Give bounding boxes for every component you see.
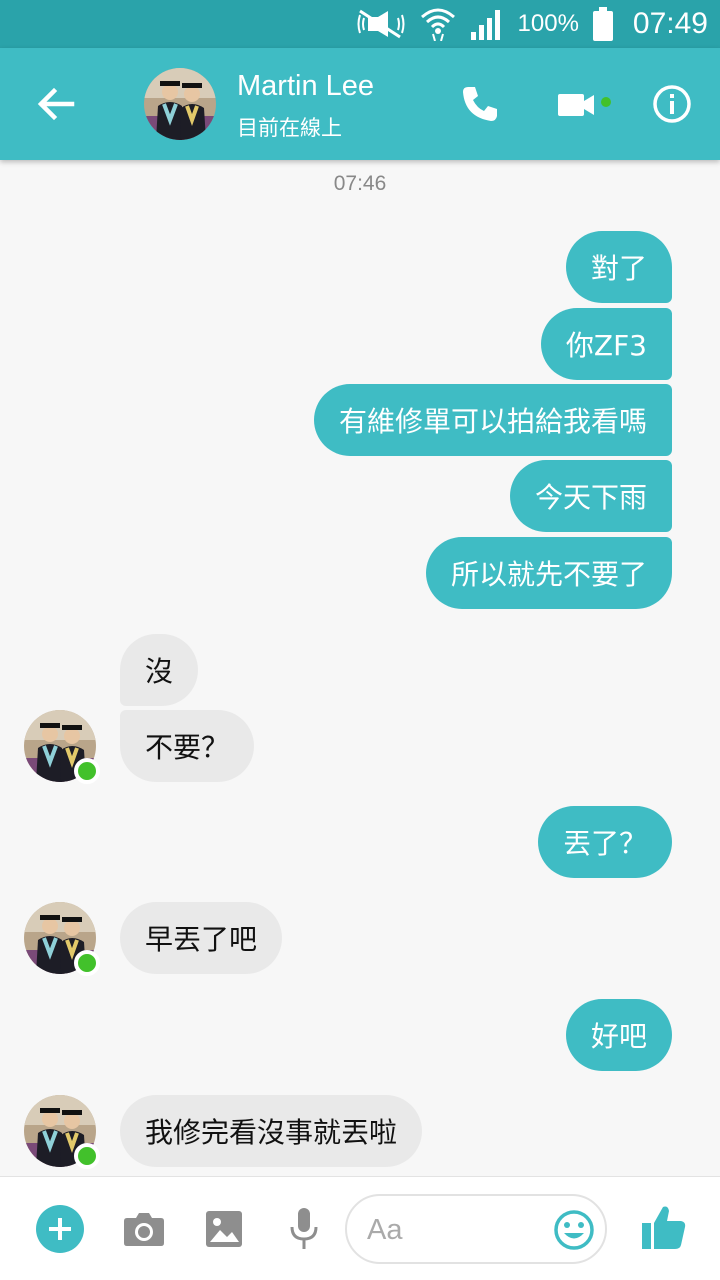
contact-avatar[interactable]	[24, 902, 100, 976]
outgoing-message[interactable]: 今天下雨	[509, 460, 672, 532]
voice-call-button[interactable]	[460, 84, 500, 124]
back-button[interactable]	[34, 82, 78, 126]
clock: 07:49	[632, 7, 708, 40]
video-camera-icon	[558, 94, 611, 116]
more-actions-button[interactable]	[36, 1205, 84, 1253]
back-arrow-icon	[37, 87, 75, 121]
gallery-button[interactable]	[200, 1205, 248, 1253]
outgoing-message[interactable]: 所以就先不要了	[425, 537, 672, 609]
contact-avatar[interactable]	[24, 710, 100, 784]
conversation-header: Martin Lee 目前在線上	[0, 48, 720, 160]
outgoing-message[interactable]: 有維修單可以拍給我看嗎	[313, 384, 672, 456]
incoming-message[interactable]: 早丟了吧	[120, 902, 283, 974]
emoji-icon	[554, 1210, 594, 1250]
online-indicator	[74, 1143, 100, 1169]
microphone-icon	[290, 1208, 318, 1249]
battery-level: 100%	[517, 10, 579, 37]
info-icon	[653, 85, 691, 123]
message-input-container	[345, 1194, 607, 1264]
outgoing-message[interactable]: 丟了？	[537, 806, 672, 878]
contact-name[interactable]: Martin Lee	[237, 70, 374, 103]
presence-status: 目前在線上	[237, 116, 342, 140]
outgoing-message[interactable]: 對了	[565, 231, 672, 303]
online-indicator	[74, 758, 100, 784]
incoming-message[interactable]: 不要？	[120, 710, 255, 782]
mute-icon	[356, 9, 406, 39]
wifi-icon	[420, 7, 456, 41]
camera-icon	[124, 1213, 164, 1246]
message-composer	[0, 1176, 720, 1280]
phone-icon	[463, 87, 497, 121]
battery-icon	[592, 7, 613, 41]
message-list[interactable]: 07:46 對了 你ZF3 有維修單可以拍給我看嗎 今天下雨 所以就先不要了 沒…	[0, 160, 720, 1176]
camera-button[interactable]	[120, 1205, 168, 1253]
contact-avatar[interactable]	[144, 68, 216, 140]
like-button[interactable]	[640, 1201, 688, 1253]
outgoing-message[interactable]: 好吧	[565, 999, 672, 1071]
signal-icon	[470, 8, 504, 40]
voice-message-button[interactable]	[280, 1205, 328, 1253]
image-icon	[206, 1211, 242, 1247]
outgoing-message[interactable]: 你ZF3	[540, 308, 672, 380]
info-button[interactable]	[652, 84, 692, 124]
incoming-message[interactable]: 沒	[120, 634, 199, 706]
emoji-button[interactable]	[552, 1208, 596, 1252]
plus-icon	[49, 1218, 71, 1240]
message-timestamp: 07:46	[333, 172, 387, 195]
video-call-button[interactable]	[556, 88, 616, 122]
message-input[interactable]	[367, 1208, 537, 1252]
incoming-message[interactable]: 我修完看沒事就丟啦	[120, 1095, 423, 1167]
thumbs-up-icon	[642, 1206, 686, 1249]
online-indicator	[74, 950, 100, 976]
status-bar: 100% 07:49	[0, 0, 720, 48]
contact-avatar[interactable]	[24, 1095, 100, 1169]
